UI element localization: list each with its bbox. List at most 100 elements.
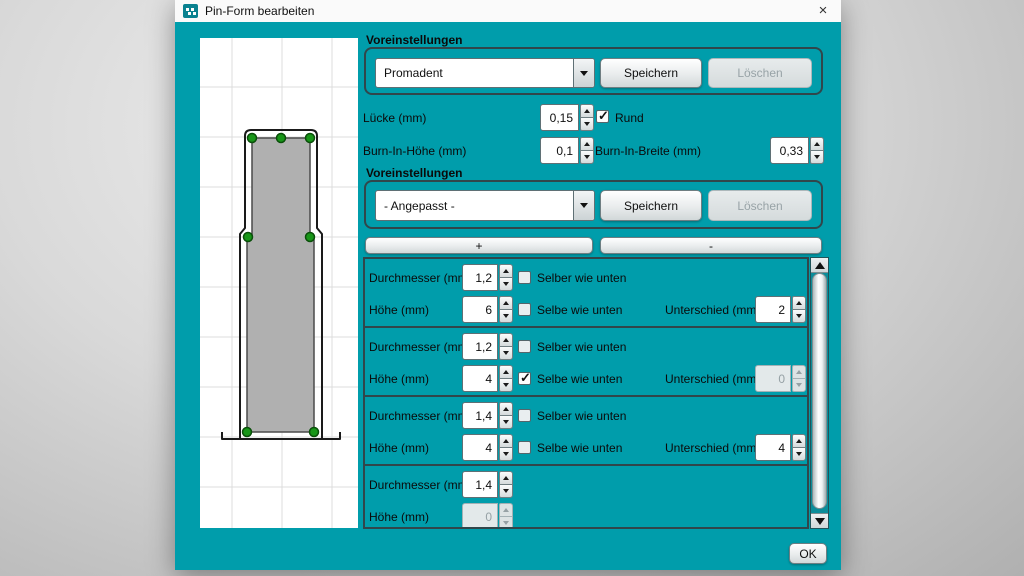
difference-label: Unterschied (mm) [665,303,760,317]
spin-up-icon[interactable] [792,296,806,309]
diameter-spinner[interactable]: 1,2 [462,264,513,291]
spin-down-icon[interactable] [580,150,594,164]
ok-button[interactable]: OK [789,543,827,564]
same-diameter-checkbox[interactable] [518,409,531,422]
spin-down-icon[interactable] [499,346,513,360]
control-point[interactable] [306,134,315,143]
spin-up-icon[interactable] [499,264,513,277]
spin-up-icon[interactable] [499,296,513,309]
spin-down-icon[interactable] [499,309,513,323]
height-value[interactable]: 4 [462,434,498,461]
same-diameter-checkbox[interactable] [518,271,531,284]
chevron-down-icon[interactable] [573,191,594,220]
segment-list: Durchmesser (mm) 1,2 Selber wie unten Hö… [363,257,809,529]
spin-up-icon[interactable] [499,333,513,346]
burn-in-height-value[interactable]: 0,1 [540,137,579,164]
preset-top-combobox-value: Promadent [376,59,573,87]
same-diameter-checkbox[interactable] [518,340,531,353]
diameter-value[interactable]: 1,4 [462,471,498,498]
spin-down-icon[interactable] [580,117,594,131]
burn-in-width-value[interactable]: 0,33 [770,137,809,164]
same-diameter-label: Selber wie unten [537,271,626,285]
remove-segment-button[interactable]: - [600,237,822,254]
diameter-spinner[interactable]: 1,4 [462,402,513,429]
diameter-label: Durchmesser (mm) [369,271,472,285]
preset-list-combobox-value: - Angepasst - [376,191,573,220]
spin-down-icon[interactable] [810,150,824,164]
diameter-spinner[interactable]: 1,2 [462,333,513,360]
scroll-down-icon[interactable] [811,513,828,528]
title-bar[interactable]: Pin-Form bearbeiten × [175,0,841,23]
preset-list-save-button[interactable]: Speichern [600,190,702,221]
height-spinner[interactable]: 6 [462,296,513,323]
spin-up-icon[interactable] [810,137,824,150]
gap-spinner[interactable]: 0,15 [540,104,594,131]
difference-spinner[interactable]: 2 [755,296,806,323]
spin-up-icon[interactable] [499,471,513,484]
height-label: Höhe (mm) [369,372,429,386]
same-height-checkbox[interactable] [518,303,531,316]
diameter-label: Durchmesser (mm) [369,340,472,354]
control-point[interactable] [310,428,319,437]
height-label: Höhe (mm) [369,303,429,317]
spin-up-icon[interactable] [499,434,513,447]
pin-form-dialog: Pin-Form bearbeiten × [175,0,841,570]
same-height-label: Selbe wie unten [537,441,622,455]
control-point[interactable] [243,428,252,437]
difference-value: 0 [755,365,791,392]
spin-down-icon[interactable] [499,447,513,461]
control-point[interactable] [244,233,253,242]
preset-list-combobox[interactable]: - Angepasst - [375,190,595,221]
preset-top-legend: Voreinstellungen [366,33,462,47]
height-value[interactable]: 4 [462,365,498,392]
spin-up-icon[interactable] [499,402,513,415]
height-spinner[interactable]: 4 [462,365,513,392]
same-height-checkbox[interactable] [518,372,531,385]
control-point[interactable] [277,134,286,143]
round-label: Rund [615,111,644,125]
diameter-spinner[interactable]: 1,4 [462,471,513,498]
spin-down-icon[interactable] [499,415,513,429]
spin-up-icon [792,365,806,378]
round-checkbox[interactable] [596,110,609,123]
spin-down-icon[interactable] [792,447,806,461]
spin-up-icon[interactable] [792,434,806,447]
difference-value[interactable]: 4 [755,434,791,461]
difference-value[interactable]: 2 [755,296,791,323]
spin-down-icon[interactable] [499,484,513,498]
diameter-value[interactable]: 1,2 [462,264,498,291]
spin-down-icon[interactable] [499,277,513,291]
same-height-checkbox[interactable] [518,441,531,454]
segment-row: Durchmesser (mm) 1,2 Selber wie unten Hö… [365,328,807,397]
height-label: Höhe (mm) [369,510,429,524]
segment-list-scrollbar[interactable] [810,257,829,529]
preset-top-save-button[interactable]: Speichern [600,58,702,88]
burn-in-width-spinner[interactable]: 0,33 [770,137,824,164]
spin-down-icon[interactable] [792,309,806,323]
burn-in-height-spinner[interactable]: 0,1 [540,137,594,164]
preset-top-combobox[interactable]: Promadent [375,58,595,88]
diameter-value[interactable]: 1,2 [462,333,498,360]
scroll-up-icon[interactable] [811,258,828,273]
gap-value[interactable]: 0,15 [540,104,579,131]
scrollbar-thumb[interactable] [812,273,827,509]
height-value[interactable]: 6 [462,296,498,323]
close-icon[interactable]: × [813,1,833,21]
control-point[interactable] [306,233,315,242]
control-point[interactable] [248,134,257,143]
pin-preview-canvas[interactable] [200,38,358,528]
spin-down-icon[interactable] [499,378,513,392]
spin-up-icon[interactable] [580,104,594,117]
spin-up-icon [499,503,513,516]
segment-row: Durchmesser (mm) 1,4 Selber wie unten Hö… [365,397,807,466]
add-segment-button[interactable]: + [365,237,593,254]
spin-up-icon[interactable] [499,365,513,378]
spin-up-icon[interactable] [580,137,594,150]
chevron-down-icon[interactable] [573,59,594,87]
same-diameter-label: Selber wie unten [537,340,626,354]
spin-down-icon [499,516,513,529]
difference-spinner[interactable]: 4 [755,434,806,461]
height-spinner[interactable]: 4 [462,434,513,461]
diameter-value[interactable]: 1,4 [462,402,498,429]
spin-down-icon [792,378,806,392]
